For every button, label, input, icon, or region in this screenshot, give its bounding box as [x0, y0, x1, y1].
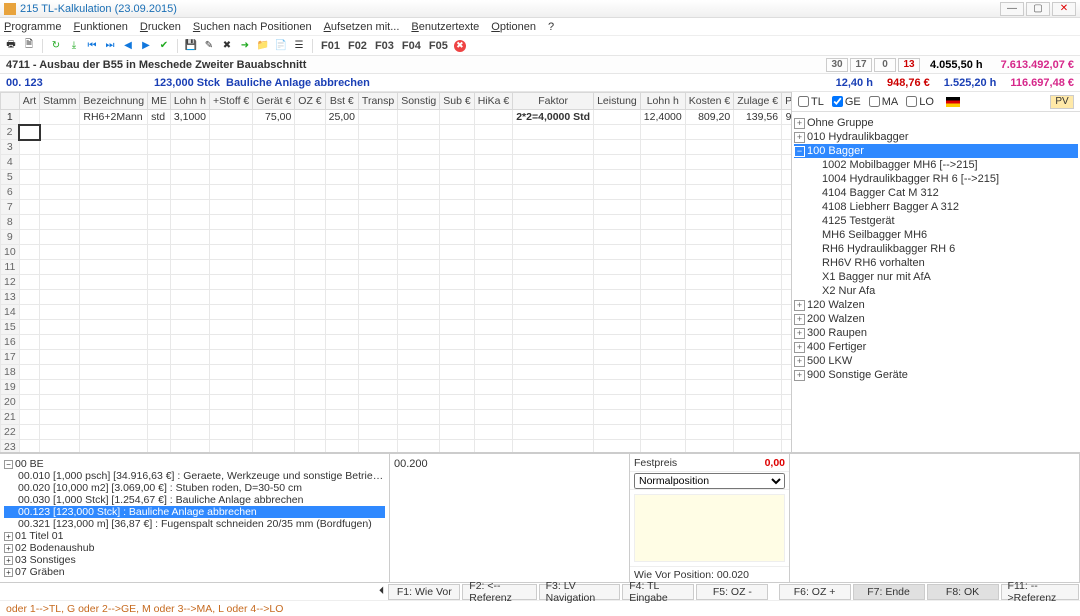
pos-desc: Bauliche Anlage abbrechen [226, 77, 836, 89]
toolbar-f05[interactable]: F05 [427, 40, 450, 52]
f1-button[interactable]: F1: Wie Vor [388, 584, 460, 600]
filter-ma[interactable]: MA [869, 96, 899, 108]
positions-tree[interactable]: −00 BE00.010 [1,000 psch] [34.916,63 €] … [0, 454, 390, 582]
menu-programme[interactable]: Programme [4, 21, 61, 33]
folder-icon[interactable]: 📁 [256, 39, 270, 53]
pos-e1: 948,76 € [887, 77, 930, 89]
menu-drucken[interactable]: Drucken [140, 21, 181, 33]
notes-area[interactable] [634, 494, 785, 562]
f5-button[interactable]: F5: OZ - [696, 584, 768, 600]
pv-button[interactable]: PV [1050, 95, 1074, 109]
filter-lo[interactable]: LO [906, 96, 934, 108]
empty-panel [790, 454, 1080, 582]
first-icon[interactable]: ⏮ [85, 39, 99, 53]
refresh-icon[interactable]: ↻ [49, 39, 63, 53]
equipment-tree[interactable]: +Ohne Gruppe+010 Hydraulikbagger−100 Bag… [792, 112, 1080, 452]
project-title: 4711 - Ausbau der B55 in Meschede Zweite… [6, 59, 826, 71]
list-icon[interactable]: ☰ [292, 39, 306, 53]
toolbar: 🖶 🗎 ↻ ⤓ ⏮ ⏭ ◀ ▶ ✔ 💾 ✎ ✖ ➜ 📁 📄 ☰ F01 F02 … [0, 36, 1080, 56]
f3-button[interactable]: F3: LV Navigation [539, 584, 621, 600]
menu-aufsetzen[interactable]: Aufsetzen mit... [324, 21, 400, 33]
calculation-grid[interactable]: ArtStammBezeichnungMELohn h+Stoff €Gerät… [0, 92, 791, 452]
box-17[interactable]: 17 [850, 58, 872, 72]
box-30[interactable]: 30 [826, 58, 848, 72]
detail-panel: 00.200 [390, 454, 630, 582]
print-icon[interactable]: 🖶 [4, 39, 18, 53]
last-icon[interactable]: ⏭ [103, 39, 117, 53]
title-bar: 215 TL-Kalkulation (23.09.2015) — ▢ ✕ [0, 0, 1080, 18]
pos-h1: 12,40 h [836, 77, 873, 89]
pos-h2: 1.525,20 h [944, 77, 997, 89]
position-type-select[interactable]: Normalposition [634, 473, 785, 489]
pos-qty: 123,000 Stck [106, 77, 226, 89]
f8-button[interactable]: F8: OK [927, 584, 999, 600]
f11-button[interactable]: F11: -->Referenz [1001, 584, 1079, 600]
preview-icon[interactable]: 🗎 [22, 39, 36, 53]
app-icon [4, 3, 16, 15]
project-header: 4711 - Ausbau der B55 in Meschede Zweite… [0, 56, 1080, 74]
toolbar-f04[interactable]: F04 [400, 40, 423, 52]
current-position-bar: 00. 123 123,000 Stck Bauliche Anlage abb… [0, 74, 1080, 92]
window-title: 215 TL-Kalkulation (23.09.2015) [20, 3, 1000, 15]
detail-code: 00.200 [394, 458, 428, 470]
maximize-button[interactable]: ▢ [1026, 2, 1050, 16]
stop-icon[interactable]: ✖ [454, 40, 466, 52]
next-icon[interactable]: ▶ [139, 39, 153, 53]
save-icon[interactable]: 💾 [184, 39, 198, 53]
go-icon[interactable]: ➜ [238, 39, 252, 53]
edit-icon[interactable]: ✎ [202, 39, 216, 53]
festpreis-label: Festpreis [634, 457, 765, 469]
f6-button[interactable]: F6: OZ + [779, 584, 851, 600]
status-bar: oder 1-->TL, G oder 2-->GE, M oder 3-->M… [0, 600, 1080, 616]
menu-benutzertexte[interactable]: Benutzertexte [411, 21, 479, 33]
pos-code: 00. 123 [6, 77, 106, 89]
price-panel: Festpreis0,00 Normalposition Wie Vor Pos… [630, 454, 790, 582]
total-hours: 4.055,50 h [930, 59, 983, 71]
f2-button[interactable]: F2: <--Referenz [462, 584, 536, 600]
menu-funktionen[interactable]: Funktionen [73, 21, 127, 33]
function-keys: ⏴ F1: Wie Vor F2: <--Referenz F3: LV Nav… [0, 582, 1080, 600]
f7-button[interactable]: F7: Ende [853, 584, 925, 600]
pos-e2: 116.697,48 € [1010, 77, 1074, 89]
filter-ge[interactable]: GE [832, 96, 861, 108]
total-euro: 7.613.492,07 € [1001, 59, 1074, 71]
close-button[interactable]: ✕ [1052, 2, 1076, 16]
toolbar-f01[interactable]: F01 [319, 40, 342, 52]
page-icon[interactable]: 📄 [274, 39, 288, 53]
box-0[interactable]: 0 [874, 58, 896, 72]
check-icon[interactable]: ✔ [157, 39, 171, 53]
export-icon[interactable]: ⤓ [67, 39, 81, 53]
menu-help[interactable]: ? [548, 21, 554, 33]
menu-suchen[interactable]: Suchen nach Positionen [193, 21, 312, 33]
menu-bar: Programme Funktionen Drucken Suchen nach… [0, 18, 1080, 36]
box-13[interactable]: 13 [898, 58, 920, 72]
menu-optionen[interactable]: Optionen [491, 21, 536, 33]
f4-button[interactable]: F4: TL Eingabe [622, 584, 694, 600]
prev-icon[interactable]: ◀ [121, 39, 135, 53]
flag-icon [946, 97, 960, 107]
toolbar-f02[interactable]: F02 [346, 40, 369, 52]
festpreis-value: 0,00 [765, 457, 785, 469]
toolbar-f03[interactable]: F03 [373, 40, 396, 52]
filter-bar: TL GE MA LO PV [792, 92, 1080, 112]
minimize-button[interactable]: — [1000, 2, 1024, 16]
cross-icon[interactable]: ✖ [220, 39, 234, 53]
filter-tl[interactable]: TL [798, 96, 824, 108]
fbar-prev-icon[interactable]: ⏴ [376, 585, 387, 598]
